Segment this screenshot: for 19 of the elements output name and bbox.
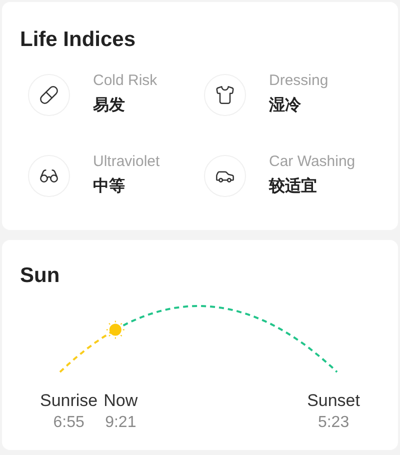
time-label: Now xyxy=(104,390,138,412)
index-label: Cold Risk xyxy=(93,71,158,91)
time-value: 6:55 xyxy=(53,413,84,433)
section-title: Life Indices xyxy=(20,27,137,53)
index-label: Car Washing xyxy=(269,152,356,172)
index-label: Ultraviolet xyxy=(93,152,160,172)
pill-icon xyxy=(39,84,59,104)
time-label: Sunset xyxy=(307,390,360,412)
index-value: 中等 xyxy=(93,176,126,197)
index-value: 易发 xyxy=(93,96,126,116)
time-label: Sunrise xyxy=(40,390,98,412)
time-value: 5:23 xyxy=(318,413,350,433)
time-value: 9:21 xyxy=(105,413,136,433)
index-value: 较适宜 xyxy=(269,176,318,197)
sun-icon xyxy=(106,320,125,340)
shirt-icon xyxy=(215,84,235,104)
index-value: 湿冷 xyxy=(269,96,302,116)
section-title: Sun xyxy=(19,263,61,289)
index-label: Dressing xyxy=(269,71,328,91)
